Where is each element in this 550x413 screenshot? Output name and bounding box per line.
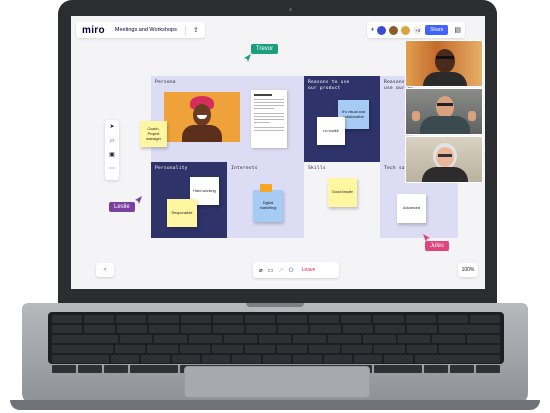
frame-title: Reasons to use our product — [308, 80, 350, 91]
participant-face — [435, 49, 455, 73]
shoulders — [182, 125, 222, 142]
trackpad[interactable] — [184, 366, 370, 398]
miro-logo: miro — [82, 24, 105, 36]
persona-photo[interactable] — [164, 92, 240, 142]
webcam — [289, 8, 292, 11]
sticky-note-advanced[interactable]: Advanced — [397, 194, 426, 223]
share-button[interactable]: Share — [425, 25, 449, 35]
glasses — [438, 154, 452, 157]
board-name[interactable]: Meetings and Workshops — [115, 27, 177, 33]
cursor-label-trevor: Trevor — [251, 44, 279, 54]
more-icon[interactable]: ⋯ — [109, 165, 115, 173]
participant-shoulders — [422, 167, 468, 182]
cursor-arrow-icon — [244, 54, 251, 62]
mic-icon[interactable]: ⌀ — [259, 267, 263, 274]
cursor-label-jules: Jules — [425, 241, 450, 251]
sticky-note-responsible[interactable]: Responsible — [167, 199, 197, 227]
laptop-screen: miro Meetings and Workshops ⇪ ♦ +3 Share… — [71, 16, 485, 289]
share-screen-icon[interactable]: ↗ — [278, 267, 283, 274]
sticky-note-icon[interactable]: ▱ — [110, 137, 115, 145]
thumbs-up — [412, 111, 420, 121]
glasses — [436, 56, 454, 59]
sticky-note-no-toolkit[interactable]: no toolkit — [317, 117, 345, 145]
sticky-note-digital-marketing[interactable]: Digital marketing — [253, 190, 283, 222]
laptop-bottom-edge — [10, 400, 540, 410]
scene: miro Meetings and Workshops ⇪ ♦ +3 Share… — [0, 0, 550, 413]
camera-icon[interactable]: ▭ — [268, 267, 274, 274]
reaction-icon[interactable]: ♦ — [371, 27, 374, 33]
comment-icon[interactable]: ▣ — [109, 151, 115, 159]
frame-persona[interactable]: Persona — [151, 76, 304, 162]
cursor-arrow-icon — [135, 196, 142, 204]
cursor-arrow-icon[interactable]: ➤ — [109, 123, 114, 131]
frame-title: Interests — [231, 166, 258, 171]
sticky-note-coach[interactable]: Coach, Project manager — [140, 121, 167, 147]
thumbs-up — [468, 111, 476, 121]
video-tile-participant-2[interactable] — [405, 88, 483, 135]
avatar[interactable] — [401, 25, 411, 35]
hinge-notch — [246, 303, 304, 307]
header-divider — [184, 25, 186, 35]
video-tile-participant-3[interactable] — [405, 136, 483, 183]
participant-shoulders — [420, 116, 470, 134]
frame-title: Skills — [308, 166, 326, 171]
frame-title: Persona — [155, 80, 176, 85]
more-participants-badge[interactable]: +3 — [413, 25, 423, 35]
zoom-level[interactable]: 100% — [458, 263, 478, 277]
call-controls: ⌀ ▭ ↗ ⚇ Leave — [253, 262, 339, 278]
video-tile-participant-1[interactable] — [405, 40, 483, 87]
board-header: miro Meetings and Workshops ⇪ — [76, 22, 205, 38]
participant-face — [436, 147, 454, 167]
persona-document[interactable] — [251, 90, 287, 148]
glasses — [437, 103, 453, 106]
left-toolbar: ➤ ▱ ▣ ⋯ — [105, 120, 119, 180]
participant-face — [436, 96, 454, 118]
laptop-emoji-icon — [260, 184, 272, 192]
avatar[interactable] — [389, 25, 399, 35]
avatar[interactable] — [377, 25, 387, 35]
participant-shoulders — [423, 72, 467, 86]
collapse-panel-button[interactable]: « — [96, 263, 114, 277]
sticky-note-good-leader[interactable]: Good leader — [328, 178, 357, 207]
menu-icon[interactable]: ▤ — [454, 26, 461, 34]
collaboration-bar: ♦ +3 Share ▤ — [367, 22, 466, 38]
frame-title: Personality — [155, 166, 188, 171]
keyboard[interactable] — [48, 312, 504, 373]
leave-button[interactable]: Leave — [302, 267, 316, 273]
upload-icon[interactable]: ⇪ — [193, 26, 199, 34]
people-icon[interactable]: ⚇ — [288, 267, 293, 274]
cursor-label-leslie: Leslie — [109, 202, 135, 212]
